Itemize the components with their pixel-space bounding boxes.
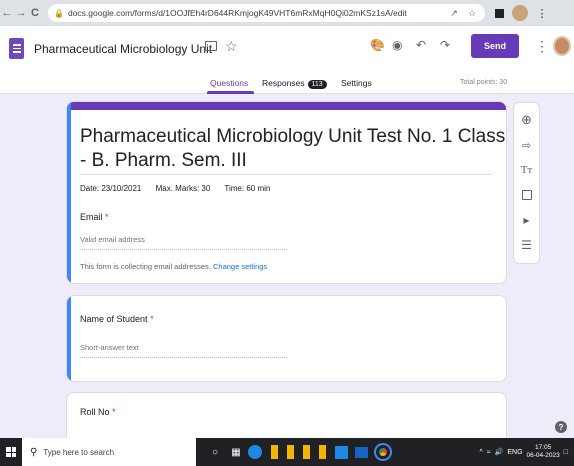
tab-responses-label: Responses xyxy=(262,78,305,88)
bookmark-star-icon[interactable]: ☆ xyxy=(465,8,479,19)
start-button[interactable] xyxy=(0,438,22,466)
form-title-card[interactable]: Pharmaceutical Microbiology Unit Test No… xyxy=(66,101,507,284)
browser-menu-icon[interactable]: ⋮ xyxy=(534,5,550,21)
taskbar-app-3[interactable] xyxy=(303,445,310,459)
extension-icon[interactable] xyxy=(495,8,504,18)
add-image-icon[interactable] xyxy=(517,184,537,206)
add-title-icon[interactable]: Tт xyxy=(517,159,537,181)
title-card-accent xyxy=(67,102,506,110)
question-title[interactable]: Roll No * xyxy=(80,407,116,417)
question-title-text: Roll No xyxy=(80,407,110,417)
taskbar-app-4[interactable] xyxy=(319,445,326,459)
redo-icon[interactable]: ↷ xyxy=(440,38,450,52)
clock[interactable]: 17:05 06-04-2023 xyxy=(527,444,560,460)
reload-icon[interactable]: C xyxy=(28,3,42,23)
url-text[interactable]: docs.google.com/forms/d/1OOJfEh4rD644RKm… xyxy=(68,8,443,18)
forms-logo-icon[interactable] xyxy=(9,38,24,59)
email-field: Valid email address xyxy=(80,235,287,250)
address-bar[interactable]: 🔒 docs.google.com/forms/d/1OOJfEh4rD644R… xyxy=(48,4,485,22)
browser-toolbar: ← → C 🔒 docs.google.com/forms/d/1OOJfEh4… xyxy=(0,0,574,26)
user-avatar[interactable] xyxy=(553,36,571,56)
card-left-indicator xyxy=(67,296,71,381)
language-indicator[interactable]: ENG xyxy=(507,449,522,456)
import-questions-icon[interactable]: ⇨ xyxy=(517,134,537,156)
notifications-icon[interactable]: □ xyxy=(564,449,568,456)
selected-card-indicator xyxy=(67,102,71,283)
chrome-icon[interactable] xyxy=(374,443,392,461)
forward-arrow-icon[interactable]: → xyxy=(14,3,28,23)
question-title-text: Name of Student xyxy=(80,314,148,324)
windows-taskbar: ⚲ Type here to search ○ ▦ ^ ≈ 🔊 ENG 17:0… xyxy=(0,438,574,466)
short-answer-field: Short-answer text xyxy=(80,343,287,358)
required-asterisk: * xyxy=(150,314,154,324)
forms-header: Pharmaceutical Microbiology Unit ☆ 🎨 ◉ ↶… xyxy=(0,26,574,74)
title-divider xyxy=(80,174,492,175)
windows-logo-icon xyxy=(6,447,16,457)
lock-icon: 🔒 xyxy=(54,8,64,18)
tab-responses[interactable]: Responses 113 xyxy=(262,78,327,89)
form-title-line1[interactable]: Pharmaceutical Microbiology Unit Test No… xyxy=(80,126,505,148)
preview-eye-icon[interactable]: ◉ xyxy=(392,38,402,52)
edge-icon[interactable] xyxy=(248,445,262,459)
taskbar-search-placeholder: Type here to search xyxy=(43,447,115,457)
profile-avatar[interactable] xyxy=(512,5,528,21)
volume-icon[interactable]: 🔊 xyxy=(495,448,504,456)
collect-note-text: This form is collecting email addresses. xyxy=(80,262,211,271)
help-icon[interactable]: ? xyxy=(555,421,567,433)
send-button[interactable]: Send xyxy=(471,34,519,58)
tab-settings[interactable]: Settings xyxy=(341,78,372,88)
form-date: Date: 23/10/2021 xyxy=(80,184,142,193)
change-settings-link[interactable]: Change settings xyxy=(213,262,267,271)
form-time: Time: 60 min xyxy=(224,184,271,193)
add-section-icon[interactable]: ☰ xyxy=(517,234,537,256)
cortana-icon[interactable]: ○ xyxy=(206,443,224,461)
total-points: Total points: 30 xyxy=(460,79,508,86)
responses-count-badge: 113 xyxy=(307,80,327,89)
required-asterisk: * xyxy=(105,212,109,222)
taskbar-search[interactable]: ⚲ Type here to search xyxy=(22,438,196,466)
tab-questions[interactable]: Questions xyxy=(210,78,248,88)
mail-icon[interactable] xyxy=(355,446,368,458)
add-video-icon[interactable]: ▶ xyxy=(517,209,537,231)
required-asterisk: * xyxy=(112,407,116,417)
form-description[interactable]: Date: 23/10/2021 Max. Marks: 30 Time: 60… xyxy=(80,184,282,193)
undo-icon[interactable]: ↶ xyxy=(416,38,426,52)
form-max-marks: Max. Marks: 30 xyxy=(155,184,211,193)
clock-time: 17:05 xyxy=(535,444,552,451)
question-card-name[interactable]: Name of Student * Short-answer text xyxy=(66,295,507,382)
share-icon[interactable]: ↗ xyxy=(447,8,461,19)
form-title-line2[interactable]: - B. Pharm. Sem. III xyxy=(80,150,247,172)
more-options-icon[interactable]: ⋮ xyxy=(535,38,549,55)
wifi-icon[interactable]: ≈ xyxy=(487,449,491,456)
clock-date: 06-04-2023 xyxy=(526,452,560,459)
palette-icon[interactable]: 🎨 xyxy=(370,38,385,52)
tray-chevron-icon[interactable]: ^ xyxy=(479,449,482,456)
taskbar-app-1[interactable] xyxy=(271,445,278,459)
active-tab-indicator xyxy=(207,91,254,94)
email-collect-note: This form is collecting email addresses.… xyxy=(80,262,267,271)
star-icon[interactable]: ☆ xyxy=(225,38,238,55)
email-label-text: Email xyxy=(80,212,103,222)
question-toolbar: ⊕ ⇨ Tт ▶ ☰ xyxy=(513,102,540,264)
form-tabs: Questions Responses 113 Settings Total po… xyxy=(0,74,574,94)
taskbar-app-2[interactable] xyxy=(287,445,294,459)
search-icon: ⚲ xyxy=(30,446,38,458)
email-label: Email * xyxy=(80,212,109,222)
store-icon[interactable] xyxy=(335,445,348,459)
task-view-icon[interactable]: ▦ xyxy=(227,443,245,461)
add-question-icon[interactable]: ⊕ xyxy=(517,109,537,131)
question-title[interactable]: Name of Student * xyxy=(80,314,154,324)
system-tray: ^ ≈ 🔊 ENG 17:05 06-04-2023 □ xyxy=(479,444,574,460)
folder-icon[interactable] xyxy=(205,41,217,51)
back-arrow-icon[interactable]: ← xyxy=(0,3,14,23)
form-doc-title[interactable]: Pharmaceutical Microbiology Unit xyxy=(34,42,212,56)
